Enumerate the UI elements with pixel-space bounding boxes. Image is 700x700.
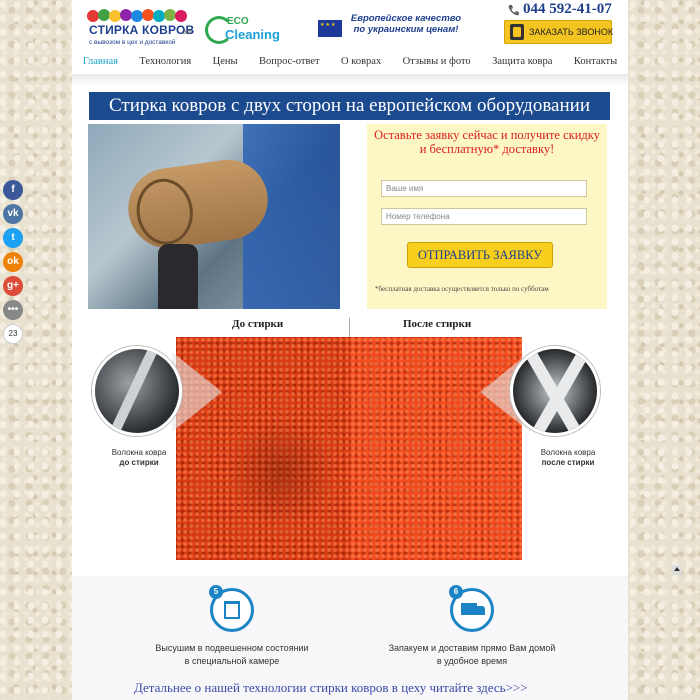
fiber-before-caption-line1: Волокна ковра — [111, 448, 167, 457]
site-header: СТИРКА КОВРОВ с вывозом в цех и доставко… — [72, 0, 628, 86]
more-share-icon[interactable]: ••• — [3, 300, 23, 320]
google-plus-icon[interactable]: g+ — [3, 276, 23, 296]
step-text-line1: Высушим в подвешенном состоянии — [155, 643, 309, 653]
delivery-note: *бесплатная доставка осуществляется толь… — [375, 285, 549, 293]
from-label: от — [182, 27, 192, 36]
step-number: 5 — [209, 585, 223, 599]
phone-icon — [508, 5, 519, 16]
social-share-bar: f vk t ok g+ ••• 23 — [3, 180, 23, 344]
nav-item-prices[interactable]: Цены — [213, 56, 238, 67]
phone-input[interactable]: Номер телефона — [381, 208, 587, 225]
hero-photo — [88, 124, 340, 309]
mobile-phone-icon — [510, 24, 524, 40]
step-text-line1: Запакуем и доставим прямо Вам домой — [388, 643, 556, 653]
eco-cleaning-logo: ECO Cleaning — [205, 14, 280, 48]
fiber-after-caption: Волокна ковра после стирки — [528, 448, 608, 468]
twitter-icon[interactable]: t — [3, 228, 23, 248]
fiber-after-microscope-image — [510, 346, 600, 436]
step-number: 6 — [449, 585, 463, 599]
callback-button-label: ЗАКАЗАТЬ ЗВОНОК — [529, 27, 614, 37]
after-label: После стирки — [403, 318, 472, 330]
truck-icon — [461, 603, 485, 615]
technology-more-link[interactable]: Детальнее о нашей технологии стирки ковр… — [134, 680, 528, 696]
nav-item-faq[interactable]: Вопрос-ответ — [259, 56, 320, 67]
nav-item-carpet-protection[interactable]: Защита ковра — [492, 56, 552, 67]
before-label: До стирки — [232, 318, 284, 330]
step-text: Запакуем и доставим прямо Вам домой в уд… — [372, 642, 572, 668]
nav-divider — [72, 74, 628, 86]
submit-request-button[interactable]: ОТПРАВИТЬ ЗАЯВКУ — [407, 242, 553, 268]
fiber-after-caption-line1: Волокна ковра — [540, 448, 596, 457]
facebook-icon[interactable]: f — [3, 180, 23, 200]
scroll-top-button[interactable] — [672, 565, 682, 575]
nav-item-reviews[interactable]: Отзывы и фото — [403, 56, 471, 67]
step-drying: 5 Высушим в подвешенном состоянии в спец… — [132, 585, 332, 668]
rug-dirt-stain — [226, 417, 336, 527]
step-text-line2: в удобное время — [436, 656, 508, 666]
share-count: 23 — [3, 324, 23, 344]
vkontakte-icon[interactable]: vk — [3, 204, 23, 224]
nav-item-home[interactable]: Главная — [83, 56, 118, 67]
form-title: Оставьте заявку сейчас и получите скидку… — [374, 128, 600, 156]
eu-quality-slogan: Европейское качество по украинским ценам… — [350, 13, 462, 35]
nav-item-technology[interactable]: Технология — [139, 56, 191, 67]
technology-steps-section: 5 Высушим в подвешенном состоянии в спец… — [72, 576, 628, 700]
step-icon-circle: 6 — [449, 585, 494, 632]
hanger-icon — [224, 601, 240, 619]
fiber-before-caption-line2: до стирки — [119, 458, 159, 467]
eco-logo-line1: ECO — [227, 16, 249, 27]
callback-button[interactable]: ЗАКАЗАТЬ ЗВОНОК — [504, 20, 614, 44]
fiber-before-caption: Волокна ковра до стирки — [104, 448, 174, 468]
hero-title: Стирка ковров с двух сторон на европейск… — [89, 92, 610, 120]
logo-title: СТИРКА КОВРОВ — [89, 23, 195, 37]
step-delivery: 6 Запакуем и доставим прямо Вам домой в … — [372, 585, 572, 668]
name-input[interactable]: Ваше имя — [381, 180, 587, 197]
logo[interactable]: СТИРКА КОВРОВ с вывозом в цех и доставко… — [87, 8, 194, 48]
step-text: Высушим в подвешенном состоянии в специа… — [132, 642, 332, 668]
logo-subtitle: с вывозом в цех и доставкой — [89, 39, 176, 46]
lead-form: Оставьте заявку сейчас и получите скидку… — [367, 124, 607, 309]
logo-blobs-icon — [87, 9, 187, 22]
fiber-after-caption-line2: после стирки — [541, 458, 595, 467]
main-nav: Главная Технология Цены Вопрос-ответ О к… — [72, 50, 628, 72]
fiber-before-microscope-image — [92, 346, 182, 436]
worker-image — [158, 244, 198, 309]
nav-item-contacts[interactable]: Контакты — [574, 56, 617, 67]
eu-flag-icon — [318, 20, 342, 37]
odnoklassniki-icon[interactable]: ok — [3, 252, 23, 272]
eco-logo-line2: Cleaning — [225, 27, 280, 42]
phone-number[interactable]: 044 592-41-07 — [523, 1, 612, 18]
step-icon-circle: 5 — [209, 585, 254, 632]
nav-item-about-carpets[interactable]: О коврах — [341, 56, 381, 67]
step-text-line2: в специальной камере — [184, 656, 280, 666]
